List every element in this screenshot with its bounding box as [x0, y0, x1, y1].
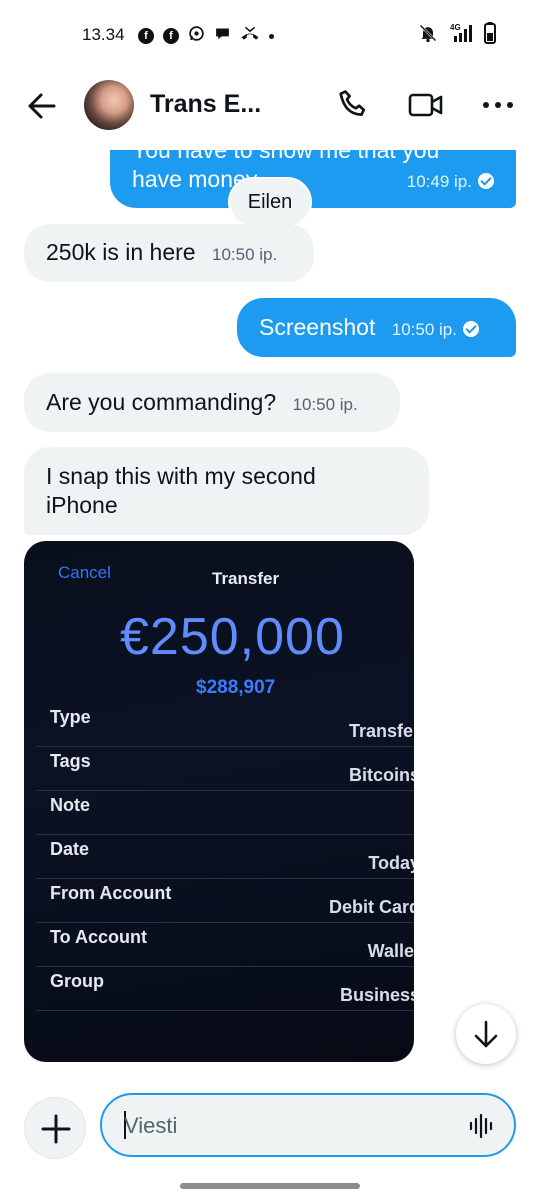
- message-input[interactable]: Viesti: [100, 1093, 516, 1157]
- photo-row-value: Wallet: [367, 941, 414, 961]
- more-notifications-dot: [269, 33, 274, 39]
- bell-muted-icon: [418, 23, 438, 48]
- photo-row-value: Business: [339, 985, 414, 1005]
- battery-icon: [484, 22, 496, 49]
- phone-icon: [339, 90, 366, 116]
- arrow-left-icon: [28, 93, 56, 119]
- photo-row: Group Business: [36, 967, 414, 1011]
- status-bar: 13.34 f f 4G: [0, 0, 540, 72]
- photo-row-value: Debit Card: [328, 897, 414, 917]
- voice-call-button[interactable]: [336, 88, 370, 122]
- status-time: 13.34: [82, 25, 125, 44]
- photo-row: Date Today: [36, 835, 414, 879]
- read-check-icon: [478, 173, 494, 189]
- photo-row-value: Bitcoins: [348, 765, 414, 785]
- incoming-message[interactable]: 250k is in here 10:50 ip.: [24, 224, 314, 282]
- read-check-icon: [462, 321, 479, 337]
- photo-row-label: Type: [50, 707, 91, 727]
- photo-title-text: Transfer: [212, 569, 280, 588]
- photo-row-label: To Account: [50, 927, 147, 947]
- more-horizontal-icon: [483, 102, 513, 108]
- photo-cancel-text: Cancel: [58, 563, 111, 582]
- voice-waveform-icon: [469, 1113, 493, 1139]
- message-text: I snap this with my second: [46, 463, 316, 489]
- chat-bubble-icon: [214, 25, 231, 47]
- photo-row: To Account Wallet: [36, 923, 414, 967]
- photo-amount-text: €250,000: [120, 608, 345, 666]
- message-text: Are you commanding?: [46, 389, 277, 415]
- conversation-header: Trans E...: [0, 72, 540, 140]
- more-options-button[interactable]: [480, 92, 516, 118]
- message-time: 10:50 ip.: [391, 320, 457, 339]
- message-time: 10:50 ip.: [211, 245, 278, 264]
- photo-converted-text: $288,907: [196, 677, 276, 698]
- outgoing-message[interactable]: You have to show me that you have money …: [110, 150, 516, 208]
- video-camera-icon: [408, 93, 443, 117]
- facebook-icon: f: [138, 28, 154, 44]
- scroll-to-bottom-button[interactable]: [456, 1004, 516, 1064]
- signal-4g-icon: 4G: [446, 22, 476, 49]
- video-call-button[interactable]: [408, 90, 444, 120]
- incoming-message[interactable]: I snap this with my second iPhone: [24, 447, 429, 535]
- photo-row: Type Transfer: [36, 703, 414, 747]
- photo-row-label: Note: [50, 795, 90, 815]
- back-button[interactable]: [26, 90, 58, 122]
- notification-icons: f f: [138, 25, 274, 47]
- date-separator: Eilen: [228, 177, 312, 227]
- outgoing-message[interactable]: Screenshot 10:50 ip.: [237, 298, 516, 357]
- message-text: You have to show me that you: [132, 150, 440, 163]
- arrow-down-icon: [474, 1020, 498, 1048]
- message-input-placeholder: Viesti: [124, 1113, 178, 1138]
- facebook-icon: f: [163, 28, 179, 44]
- message-time: 10:49 ip.: [406, 172, 472, 191]
- photo-row-value: Transfer: [348, 721, 414, 741]
- home-indicator[interactable]: [180, 1183, 360, 1189]
- system-icons: 4G: [418, 22, 496, 49]
- svg-text:4G: 4G: [450, 23, 461, 32]
- whatsapp-icon: [188, 25, 205, 47]
- voice-message-button[interactable]: [468, 1113, 494, 1139]
- photo-row-label: Group: [50, 971, 104, 991]
- photo-row-label: Tags: [50, 751, 91, 771]
- message-text: iPhone: [46, 492, 118, 518]
- photo-row: Tags Bitcoins: [36, 747, 414, 791]
- message-text: Screenshot: [259, 314, 376, 340]
- photo-row-label: Date: [50, 839, 90, 859]
- add-attachment-button[interactable]: [24, 1097, 86, 1159]
- message-list[interactable]: You have to show me that you have money …: [0, 150, 540, 1072]
- missed-call-icon: [240, 25, 260, 47]
- photo-row: Note: [36, 791, 414, 835]
- avatar[interactable]: [84, 80, 134, 130]
- message-text: 250k is in here: [46, 239, 196, 265]
- message-composer: Viesti: [0, 1080, 540, 1176]
- photo-row-value: Today: [368, 853, 414, 873]
- contact-name[interactable]: Trans E...: [150, 90, 261, 119]
- incoming-message[interactable]: Are you commanding? 10:50 ip.: [24, 373, 400, 432]
- photo-row-label: From Account: [50, 883, 172, 903]
- image-message[interactable]: Cancel Transfer €250,000 $288,907 Type T…: [24, 541, 414, 1062]
- plus-icon: [41, 1114, 71, 1144]
- message-time: 10:50 ip.: [292, 395, 358, 414]
- photo-row: From Account Debit Card: [36, 879, 414, 923]
